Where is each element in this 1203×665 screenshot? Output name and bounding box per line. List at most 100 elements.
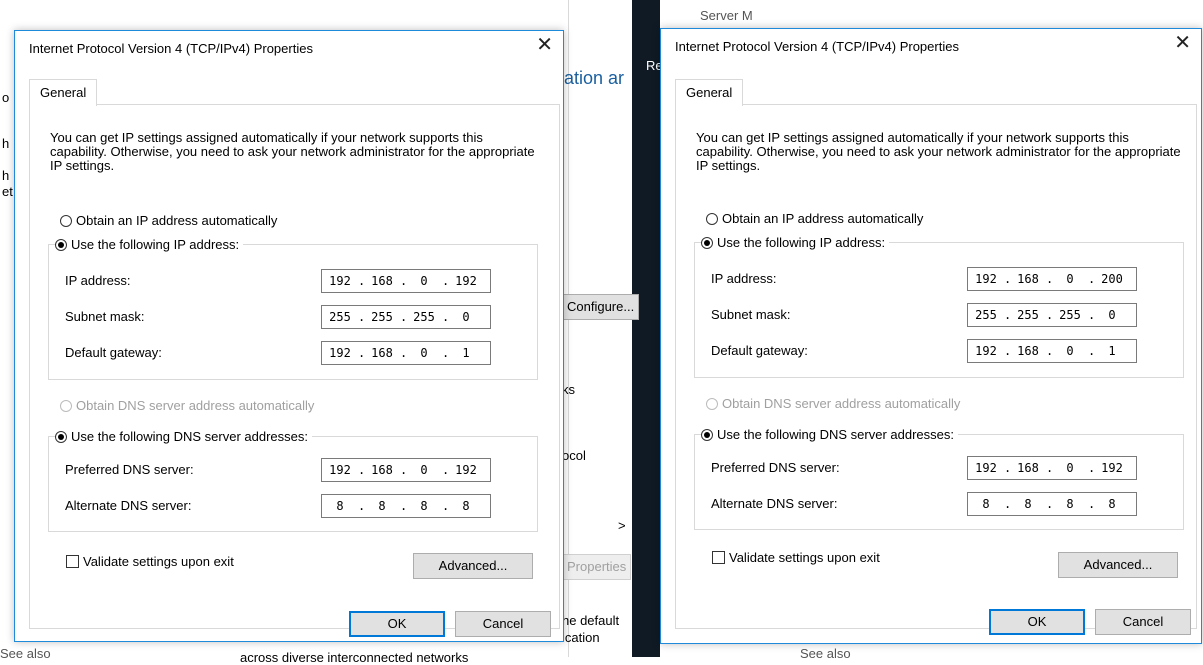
octet[interactable]: 192 [448, 463, 484, 477]
ip-address-input[interactable]: 192. 168. 0. 192 [321, 269, 491, 293]
octet[interactable]: 255 [406, 310, 442, 324]
radio-on-icon [55, 430, 67, 443]
octet[interactable]: 168 [364, 463, 400, 477]
background-text-h2: h [2, 168, 10, 183]
validate-settings-checkbox[interactable]: Validate settings upon exit [66, 554, 234, 569]
use-following-ip-radio[interactable]: Use the following IP address: [55, 237, 244, 252]
octet[interactable]: 168 [1010, 461, 1046, 475]
octet[interactable]: 168 [364, 346, 400, 360]
general-panel: You can get IP settings assigned automat… [29, 104, 560, 629]
octet[interactable]: 8 [1010, 497, 1046, 511]
octet[interactable]: 8 [448, 499, 484, 513]
use-following-ip-radio[interactable]: Use the following IP address: [701, 235, 890, 250]
octet[interactable]: 1 [1094, 344, 1130, 358]
octet[interactable]: 192 [322, 346, 358, 360]
octet[interactable]: 192 [448, 274, 484, 288]
validate-settings-checkbox[interactable]: Validate settings upon exit [712, 550, 880, 565]
octet[interactable]: 192 [322, 463, 358, 477]
radio-off-icon [706, 212, 718, 225]
default-gateway-label: Default gateway: [65, 345, 162, 360]
default-gateway-input[interactable]: 192. 168. 0. 1 [967, 339, 1137, 363]
preferred-dns-input[interactable]: 192. 168. 0. 192 [321, 458, 491, 482]
alternate-dns-input[interactable]: 8. 8. 8. 8 [967, 492, 1137, 516]
default-gateway-row: Default gateway: 192. 168. 0. 1 [65, 341, 537, 365]
tab-general[interactable]: General [29, 79, 98, 106]
octet[interactable]: 255 [364, 310, 400, 324]
octet[interactable]: 255 [1052, 308, 1088, 322]
octet[interactable]: 168 [1010, 344, 1046, 358]
octet[interactable]: 1 [448, 346, 484, 360]
obtain-dns-auto-radio[interactable]: Obtain DNS server address automatically [706, 396, 965, 411]
preferred-dns-row: Preferred DNS server: 192. 168. 0. 192 [65, 458, 537, 482]
dialog-title: Internet Protocol Version 4 (TCP/IPv4) P… [29, 41, 313, 56]
preferred-dns-row: Preferred DNS server: 192. 168. 0. 192 [711, 456, 1183, 480]
obtain-ip-auto-radio[interactable]: Obtain an IP address automatically [706, 211, 928, 226]
tab-general[interactable]: General [675, 79, 744, 106]
checkbox-unchecked-icon [712, 551, 725, 564]
octet[interactable]: 192 [1094, 461, 1130, 475]
use-following-dns-radio[interactable]: Use the following DNS server addresses: [701, 427, 958, 442]
octet[interactable]: 8 [1052, 497, 1088, 511]
octet[interactable]: 0 [406, 463, 442, 477]
dialog-title: Internet Protocol Version 4 (TCP/IPv4) P… [675, 39, 959, 54]
octet[interactable]: 8 [968, 497, 1004, 511]
octet[interactable]: 192 [968, 344, 1004, 358]
octet[interactable]: 255 [1010, 308, 1046, 322]
subnet-mask-input[interactable]: 255. 255. 255. 0 [321, 305, 491, 329]
octet[interactable]: 0 [406, 274, 442, 288]
obtain-ip-auto-radio[interactable]: Obtain an IP address automatically [60, 213, 282, 228]
scroll-right-icon[interactable]: > [618, 518, 626, 533]
ip-address-label: IP address: [65, 273, 131, 288]
octet[interactable]: 168 [1010, 272, 1046, 286]
use-following-dns-radio[interactable]: Use the following DNS server addresses: [55, 429, 312, 444]
configure-button[interactable]: Configure... [562, 294, 640, 320]
description-text: You can get IP settings assigned automat… [50, 130, 535, 173]
background-text-h1: h [2, 136, 10, 151]
preferred-dns-label: Preferred DNS server: [711, 460, 840, 475]
octet[interactable]: 192 [968, 461, 1004, 475]
preferred-dns-label: Preferred DNS server: [65, 462, 194, 477]
radio-label: Use the following DNS server addresses: [717, 427, 954, 442]
octet[interactable]: 0 [1094, 308, 1130, 322]
background-heading-fragment: ation ar [564, 68, 625, 88]
general-panel: You can get IP settings assigned automat… [675, 104, 1197, 629]
octet[interactable]: 8 [322, 499, 358, 513]
ip-address-input[interactable]: 192. 168. 0. 200 [967, 267, 1137, 291]
subnet-mask-label: Subnet mask: [711, 307, 791, 322]
octet[interactable]: 0 [448, 310, 484, 324]
octet[interactable]: 0 [1052, 344, 1088, 358]
octet[interactable]: 0 [1052, 272, 1088, 286]
close-icon[interactable]: ✕ [1174, 33, 1191, 53]
octet[interactable]: 200 [1094, 272, 1130, 286]
subnet-mask-row: Subnet mask: 255. 255. 255. 0 [65, 305, 537, 329]
properties-button[interactable]: Properties [562, 554, 632, 580]
advanced-button[interactable]: Advanced... [1058, 552, 1178, 578]
close-icon[interactable]: ✕ [536, 35, 553, 55]
octet[interactable]: 255 [322, 310, 358, 324]
advanced-button[interactable]: Advanced... [413, 553, 533, 579]
octet[interactable]: 192 [968, 272, 1004, 286]
subnet-mask-input[interactable]: 255. 255. 255. 0 [967, 303, 1137, 327]
octet[interactable]: 8 [1094, 497, 1130, 511]
default-gateway-input[interactable]: 192. 168. 0. 1 [321, 341, 491, 365]
octet[interactable]: 8 [406, 499, 442, 513]
title-bar: Internet Protocol Version 4 (TCP/IPv4) P… [15, 31, 563, 61]
obtain-dns-auto-radio[interactable]: Obtain DNS server address automatically [60, 398, 319, 413]
title-bar: Internet Protocol Version 4 (TCP/IPv4) P… [661, 29, 1201, 59]
cancel-button[interactable]: Cancel [1095, 609, 1191, 635]
ok-button[interactable]: OK [989, 609, 1085, 635]
preferred-dns-input[interactable]: 192. 168. 0. 192 [967, 456, 1137, 480]
octet[interactable]: 0 [1052, 461, 1088, 475]
octet[interactable]: 255 [968, 308, 1004, 322]
octet[interactable]: 8 [364, 499, 400, 513]
subnet-mask-label: Subnet mask: [65, 309, 145, 324]
ok-button[interactable]: OK [349, 611, 445, 637]
cancel-button[interactable]: Cancel [455, 611, 551, 637]
octet[interactable]: 168 [364, 274, 400, 288]
alternate-dns-input[interactable]: 8. 8. 8. 8 [321, 494, 491, 518]
radio-label: Obtain an IP address automatically [722, 211, 924, 226]
background-text-ocol: ocol [562, 448, 586, 463]
description-text: You can get IP settings assigned automat… [696, 130, 1181, 173]
octet[interactable]: 192 [322, 274, 358, 288]
octet[interactable]: 0 [406, 346, 442, 360]
